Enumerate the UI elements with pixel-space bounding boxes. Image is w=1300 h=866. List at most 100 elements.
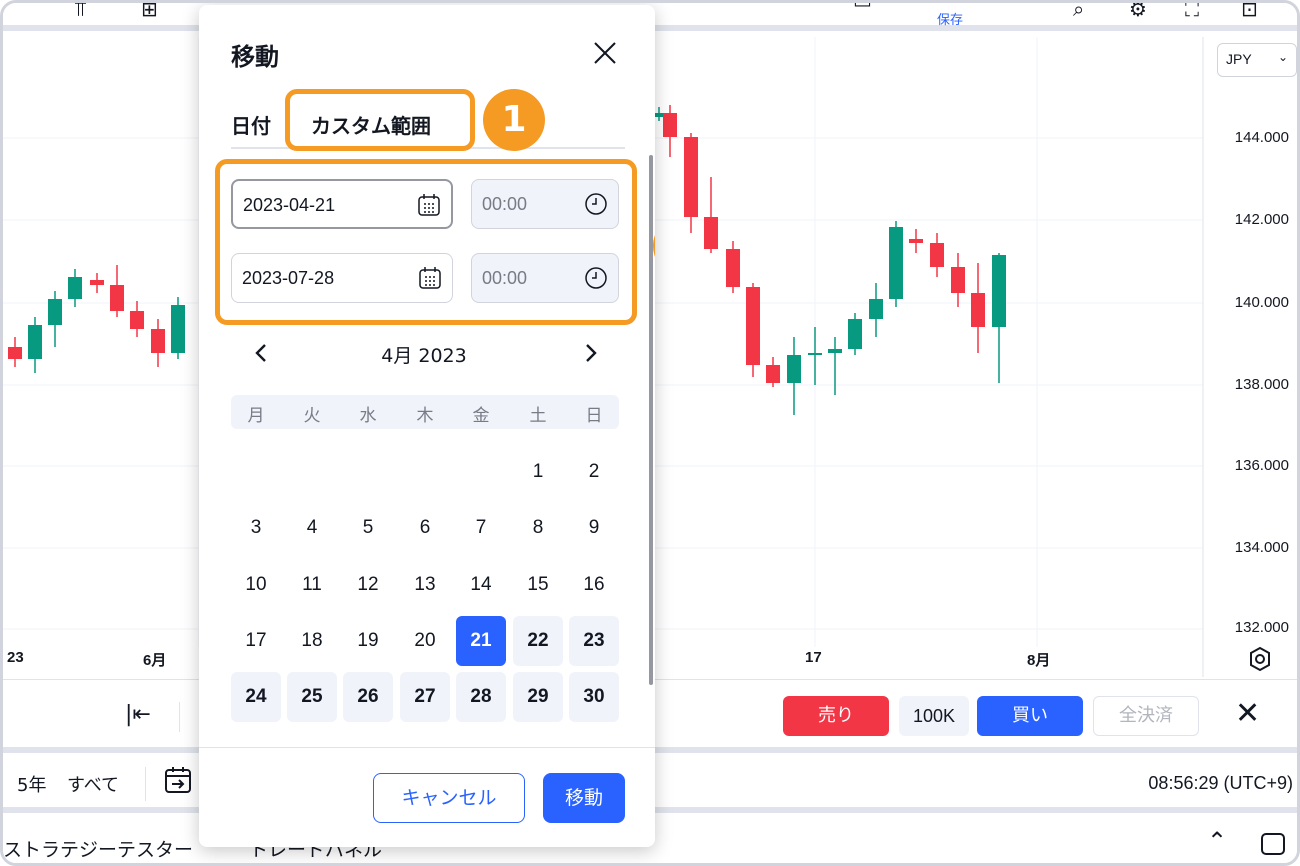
calendar-day[interactable]: 11 — [287, 560, 337, 610]
calendar-icon[interactable] — [417, 193, 441, 217]
end-date-value: 2023-07-28 — [242, 268, 335, 288]
calendar-day[interactable]: 8 — [513, 503, 563, 553]
candle-body — [151, 329, 165, 353]
candle-body — [726, 249, 740, 287]
close-icon[interactable] — [589, 37, 621, 69]
save-button[interactable]: 保存 — [937, 9, 963, 28]
end-date-field[interactable]: 2023-07-28 — [231, 253, 453, 303]
weekday-label: 木 — [416, 406, 434, 426]
calendar-day[interactable]: 26 — [343, 672, 393, 722]
calendar-day[interactable]: 24 — [231, 672, 281, 722]
range-5y-button[interactable]: 5年 — [17, 771, 46, 797]
candle-body — [704, 217, 718, 249]
currency-label: JPY — [1226, 51, 1252, 67]
weekday-label: 土 — [529, 406, 547, 426]
calendar-day[interactable]: 16 — [569, 560, 619, 610]
layout-icon[interactable]: ▭ — [853, 3, 872, 13]
calendar-day[interactable]: 6 — [400, 503, 450, 553]
annotation-badge: 2 — [653, 215, 655, 277]
scrollbar[interactable] — [649, 155, 653, 685]
calendar-day[interactable]: 23 — [569, 616, 619, 666]
chevron-right-icon[interactable] — [581, 339, 601, 367]
camera-icon[interactable]: ⊡ — [1241, 3, 1258, 21]
calendar-day[interactable]: 30 — [569, 672, 619, 722]
calendar-day[interactable]: 13 — [400, 560, 450, 610]
candle-body — [909, 239, 923, 243]
candles-icon[interactable]: ⫪ — [75, 3, 86, 21]
clock-readout[interactable]: 08:56:29 (UTC+9) — [1148, 773, 1293, 794]
maximize-icon[interactable] — [1261, 833, 1285, 855]
price-label: 142.000 — [1234, 211, 1289, 228]
candle-body — [869, 299, 883, 319]
end-time-field[interactable]: 00:00 — [471, 253, 619, 303]
calendar-day[interactable]: 21 — [456, 616, 506, 666]
calendar-day[interactable]: 7 — [456, 503, 506, 553]
date-label: 17 — [805, 649, 822, 666]
fullscreen-icon[interactable]: ⛶ — [1185, 3, 1199, 21]
candle-body — [48, 299, 62, 325]
candle-body — [171, 305, 185, 353]
calendar-day[interactable]: 14 — [456, 560, 506, 610]
goto-dialog: 移動 日付 カスタム範囲 1 2 2023-04-21 00:00 — [199, 5, 655, 847]
calendar-day[interactable]: 28 — [456, 672, 506, 722]
calendar-day[interactable]: 1 — [513, 447, 563, 497]
calendar-day[interactable]: 18 — [287, 616, 337, 666]
tab-date[interactable]: 日付 — [231, 110, 271, 139]
calendar-icon[interactable] — [418, 266, 442, 290]
clock-icon[interactable] — [584, 266, 608, 290]
month-title: 4月 2023 — [381, 345, 467, 367]
indicators-icon[interactable]: ⊞ — [141, 3, 158, 21]
currency-select[interactable]: JPY ⌄ — [1217, 43, 1297, 77]
calendar-day[interactable]: 5 — [343, 503, 393, 553]
price-label: 144.000 — [1234, 129, 1289, 146]
goto-date-icon[interactable] — [163, 765, 193, 795]
gear-icon[interactable]: ⚙ — [1129, 3, 1147, 21]
calendar-day[interactable]: 19 — [343, 616, 393, 666]
price-label: 136.000 — [1234, 457, 1289, 474]
candle-body — [808, 353, 822, 355]
buy-button[interactable]: 買い — [977, 696, 1083, 736]
start-time-field[interactable]: 00:00 — [471, 179, 619, 229]
calendar-day[interactable]: 22 — [513, 616, 563, 666]
range-all-button[interactable]: すべて — [67, 771, 119, 797]
calendar-day[interactable]: 25 — [287, 672, 337, 722]
clock-icon[interactable] — [584, 192, 608, 216]
calendar-day[interactable]: 15 — [513, 560, 563, 610]
search-icon[interactable]: ⌕ — [1073, 3, 1084, 21]
calendar-day[interactable]: 9 — [569, 503, 619, 553]
annotation-highlight — [285, 89, 475, 151]
start-date-field[interactable]: 2023-04-21 — [231, 179, 453, 229]
candle-body — [8, 347, 22, 359]
calendar-day[interactable]: 2 — [569, 447, 619, 497]
calendar-day[interactable]: 4 — [287, 503, 337, 553]
date-label: 8月 — [1027, 652, 1051, 669]
scale-settings-icon[interactable] — [1247, 646, 1273, 672]
quantity-field[interactable]: 100K — [899, 696, 969, 736]
date-label: 6月 — [143, 652, 167, 669]
price-label: 140.000 — [1234, 294, 1289, 311]
candle-body — [684, 137, 698, 217]
calendar-day[interactable]: 12 — [343, 560, 393, 610]
date-label: 23 — [7, 649, 24, 666]
close-icon[interactable]: ✕ — [1235, 696, 1260, 731]
candle-body — [130, 311, 144, 329]
calendar-day[interactable]: 20 — [400, 616, 450, 666]
candle-body — [746, 287, 760, 365]
scroll-to-start-icon[interactable]: |⇤ — [125, 702, 151, 727]
calendar-day[interactable]: 3 — [231, 503, 281, 553]
calendar-day[interactable]: 27 — [400, 672, 450, 722]
tab-strategy-tester[interactable]: ストラテジーテスター — [3, 835, 193, 862]
candle-body — [848, 319, 862, 349]
weekday-label: 月 — [247, 406, 265, 426]
sell-button[interactable]: 売り — [783, 696, 889, 736]
divider — [145, 767, 146, 801]
calendar-day[interactable]: 10 — [231, 560, 281, 610]
close-all-button[interactable]: 全決済 — [1093, 696, 1199, 736]
go-button[interactable]: 移動 — [543, 773, 625, 823]
calendar-day[interactable]: 17 — [231, 616, 281, 666]
chevron-up-icon[interactable]: ⌃ — [1207, 827, 1227, 855]
cancel-button[interactable]: キャンセル — [373, 773, 525, 823]
candle-body — [28, 325, 42, 359]
calendar-day[interactable]: 29 — [513, 672, 563, 722]
chevron-left-icon[interactable] — [251, 339, 271, 367]
